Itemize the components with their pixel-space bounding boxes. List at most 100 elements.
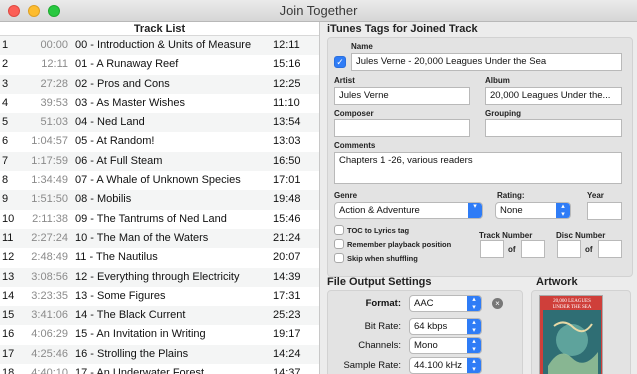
track-start-time: 39:53 <box>40 96 68 109</box>
track-number: 17 <box>2 347 15 360</box>
track-start-time: 2:48:49 <box>31 251 68 264</box>
track-name: 11 - The Nautilus <box>75 251 158 264</box>
track-row[interactable]: 10 2:11:38 09 - The Tantrums of Ned Land 15… <box>0 210 319 229</box>
track-name: 13 - Some Figures <box>75 289 166 302</box>
track-number: 15 <box>2 309 15 322</box>
toc-lyrics-checkbox[interactable] <box>334 225 344 235</box>
genre-label: Genre <box>334 191 358 200</box>
track-row[interactable]: 14 3:23:35 13 - Some Figures 17:31 <box>0 287 319 306</box>
name-checkbox[interactable]: ✓ <box>334 56 346 68</box>
track-row[interactable]: 5 51:03 04 - Ned Land 13:54 <box>0 113 319 133</box>
name-field[interactable]: Jules Verne - 20,000 Leagues Under the S… <box>351 53 622 71</box>
track-duration: 14:39 <box>273 270 301 283</box>
track-number-field[interactable] <box>480 240 504 258</box>
track-row[interactable]: 12 2:48:49 11 - The Nautilus 20:07 <box>0 248 319 267</box>
track-list[interactable]: Track List 1 00:00 00 - Introduction & Uni… <box>0 22 320 374</box>
track-duration: 19:17 <box>273 328 301 341</box>
track-name: 08 - Mobilis <box>75 193 132 206</box>
track-start-time: 4:06:29 <box>31 328 68 341</box>
track-row[interactable]: 11 2:27:24 10 - The Man of the Waters 21:24 <box>0 228 319 249</box>
track-number: 12 <box>2 251 15 264</box>
year-field[interactable] <box>587 202 622 220</box>
track-list-header[interactable]: Track List <box>0 22 319 36</box>
year-label: Year <box>587 191 604 200</box>
track-duration: 14:37 <box>273 367 301 374</box>
updown-arrows-icon: ▴ ▾ <box>467 296 481 311</box>
track-row[interactable]: 8 1:34:49 07 - A Whale of Unknown Species 1… <box>0 171 319 190</box>
track-row[interactable]: 6 1:04:57 05 - At Random! 13:03 <box>0 132 319 151</box>
track-start-time: 3:41:06 <box>31 309 68 322</box>
composer-label: Composer <box>334 109 374 118</box>
track-name: 14 - The Black Current <box>75 309 186 322</box>
disc-of-label: of <box>585 245 593 254</box>
track-number: 4 <box>2 96 9 109</box>
grouping-field[interactable] <box>485 119 622 137</box>
track-name: 07 - A Whale of Unknown Species <box>75 174 241 187</box>
format-value: AAC <box>414 298 434 309</box>
format-popup[interactable]: AAC ▴ ▾ <box>409 295 482 312</box>
channels-label: Channels: <box>358 340 401 351</box>
track-name: 06 - At Full Steam <box>75 154 163 167</box>
updown-arrows-icon: ▴ ▾ <box>556 203 570 218</box>
disc-number-field[interactable] <box>557 240 581 258</box>
itunes-tags-title: iTunes Tags for Joined Track <box>327 23 478 35</box>
track-row[interactable]: 18 4:40:10 17 - An Underwater Forest 14:37 <box>0 364 319 374</box>
track-row[interactable]: 17 4:25:46 16 - Strolling the Plains 14:24 <box>0 344 319 365</box>
artist-label: Artist <box>334 76 355 85</box>
track-row[interactable]: 1 00:00 00 - Introduction & Units of Measu… <box>0 36 319 56</box>
track-row[interactable]: 15 3:41:06 14 - The Black Current 25:23 <box>0 306 319 326</box>
track-name: 03 - As Master Wishes <box>75 96 186 109</box>
track-duration: 19:48 <box>273 193 301 206</box>
track-start-time: 4:40:10 <box>31 367 68 374</box>
remember-position-checkbox[interactable] <box>334 239 344 249</box>
track-start-time: 1:51:50 <box>31 193 68 206</box>
track-number: 18 <box>2 367 15 374</box>
track-number: 9 <box>2 193 9 206</box>
track-number: 8 <box>2 174 9 187</box>
artwork-image[interactable]: 20,000 LEAGUES UNDER THE SEA <box>539 295 603 374</box>
track-row[interactable]: 9 1:51:50 08 - Mobilis 19:48 <box>0 190 319 210</box>
track-number-label: Track Number <box>479 231 533 240</box>
track-number: 13 <box>2 270 15 283</box>
track-name: 17 - An Underwater Forest <box>75 367 205 374</box>
track-total-field[interactable] <box>521 240 545 258</box>
genre-popup[interactable]: Action & Adventure ▾ <box>334 202 483 219</box>
track-row[interactable]: 4 39:53 03 - As Master Wishes 11:10 <box>0 94 319 113</box>
bitrate-popup[interactable]: 64 kbps ▴ ▾ <box>409 318 482 335</box>
name-label: Name <box>351 42 373 51</box>
track-row[interactable]: 16 4:06:29 15 - An Invitation in Writing 19… <box>0 325 319 344</box>
cover-title-line2: UNDER THE SEA <box>553 305 592 310</box>
skip-shuffling-checkbox[interactable] <box>334 253 344 263</box>
grouping-label: Grouping <box>485 109 521 118</box>
track-duration: 17:31 <box>273 289 301 302</box>
composer-field[interactable] <box>334 119 470 137</box>
track-name: 00 - Introduction & Units of Measure <box>75 39 252 51</box>
track-name: 16 - Strolling the Plains <box>75 347 189 360</box>
samplerate-popup[interactable]: 44.100 kHz ▴ ▾ <box>409 357 482 374</box>
track-row[interactable]: 7 1:17:59 06 - At Full Steam 16:50 <box>0 151 319 172</box>
bitrate-value: 64 kbps <box>414 321 448 332</box>
updown-arrows-icon: ▴ ▾ <box>467 358 481 373</box>
track-name: 09 - The Tantrums of Ned Land <box>75 212 227 225</box>
track-duration: 11:10 <box>273 96 300 109</box>
album-field[interactable]: 20,000 Leagues Under the... <box>485 87 622 105</box>
rating-popup[interactable]: None ▴ ▾ <box>495 202 571 219</box>
track-name: 15 - An Invitation in Writing <box>75 328 206 341</box>
track-duration: 15:46 <box>273 212 301 225</box>
track-row[interactable]: 3 27:28 02 - Pros and Cons 12:25 <box>0 74 319 94</box>
track-duration: 25:23 <box>273 309 301 322</box>
track-number: 6 <box>2 135 9 148</box>
track-name: 05 - At Random! <box>75 135 155 148</box>
disc-number-label: Disc Number <box>556 231 606 240</box>
clear-format-icon[interactable]: × <box>492 298 503 309</box>
track-start-time: 27:28 <box>40 77 68 90</box>
channels-popup[interactable]: Mono ▴ ▾ <box>409 337 482 354</box>
track-duration: 21:24 <box>273 231 301 244</box>
disc-total-field[interactable] <box>598 240 622 258</box>
comments-field[interactable]: Chapters 1 -26, various readers <box>334 152 622 184</box>
track-start-time: 00:00 <box>40 39 68 51</box>
artwork-title: Artwork <box>536 276 578 288</box>
artist-field[interactable]: Jules Verne <box>334 87 470 105</box>
track-row[interactable]: 13 3:08:56 12 - Everything through Electri… <box>0 267 319 287</box>
track-row[interactable]: 2 12:11 01 - A Runaway Reef 15:16 <box>0 55 319 74</box>
